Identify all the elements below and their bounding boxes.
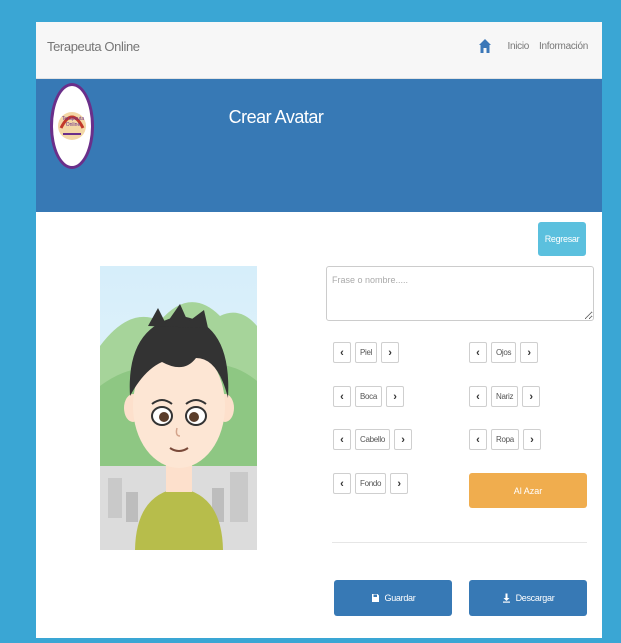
control-nariz: ‹ Nariz › [469, 386, 541, 407]
next-button[interactable]: › [386, 386, 405, 407]
download-icon [502, 593, 510, 603]
prev-button[interactable]: ‹ [469, 386, 487, 407]
next-button[interactable]: › [394, 429, 413, 450]
next-button[interactable]: › [520, 342, 539, 363]
phrase-input[interactable] [326, 266, 594, 321]
save-button-label: Guardar [384, 593, 416, 603]
control-label: Boca [355, 386, 383, 407]
save-icon [371, 594, 379, 602]
brand-link[interactable]: Terapeuta Online [47, 39, 140, 54]
prev-button[interactable]: ‹ [333, 429, 351, 450]
avatar-preview [100, 266, 257, 550]
navbar: Terapeuta Online Inicio Información [36, 22, 602, 79]
divider [332, 542, 587, 543]
control-label: Piel [355, 342, 378, 363]
control-label: Nariz [491, 386, 519, 407]
hero-banner: Terapeuta Online Crear Avatar [36, 79, 602, 212]
prev-button[interactable]: ‹ [333, 386, 351, 407]
download-button-label: Descargar [515, 593, 555, 603]
control-label: Fondo [355, 473, 387, 494]
prev-button[interactable]: ‹ [469, 429, 487, 450]
control-piel: ‹ Piel › [333, 342, 400, 363]
prev-button[interactable]: ‹ [469, 342, 487, 363]
control-cabello: ‹ Cabello › [333, 429, 413, 450]
nav-link-inicio[interactable]: Inicio [508, 41, 530, 52]
prev-button[interactable]: ‹ [333, 342, 351, 363]
next-button[interactable]: › [381, 342, 400, 363]
page-title: Crear Avatar [228, 107, 324, 127]
home-icon[interactable] [478, 38, 492, 54]
prev-button[interactable]: ‹ [333, 473, 351, 494]
next-button[interactable]: › [390, 473, 409, 494]
nav-links: Inicio Información [478, 38, 588, 54]
control-ojos: ‹ Ojos › [469, 342, 539, 363]
control-label: Ropa [491, 429, 519, 450]
back-button[interactable]: Regresar [538, 222, 586, 256]
save-button[interactable]: Guardar [334, 580, 452, 616]
control-fondo: ‹ Fondo › [333, 473, 409, 494]
next-button[interactable]: › [522, 386, 541, 407]
app-window: Terapeuta Online Inicio Información Tera… [36, 22, 602, 638]
control-label: Ojos [491, 342, 517, 363]
random-button[interactable]: Al Azar [469, 473, 587, 508]
download-button[interactable]: Descargar [469, 580, 587, 616]
nav-link-informacion[interactable]: Información [539, 41, 588, 52]
next-button[interactable]: › [522, 429, 541, 450]
control-ropa: ‹ Ropa › [469, 429, 541, 450]
control-label: Cabello [355, 429, 391, 450]
control-boca: ‹ Boca › [333, 386, 405, 407]
